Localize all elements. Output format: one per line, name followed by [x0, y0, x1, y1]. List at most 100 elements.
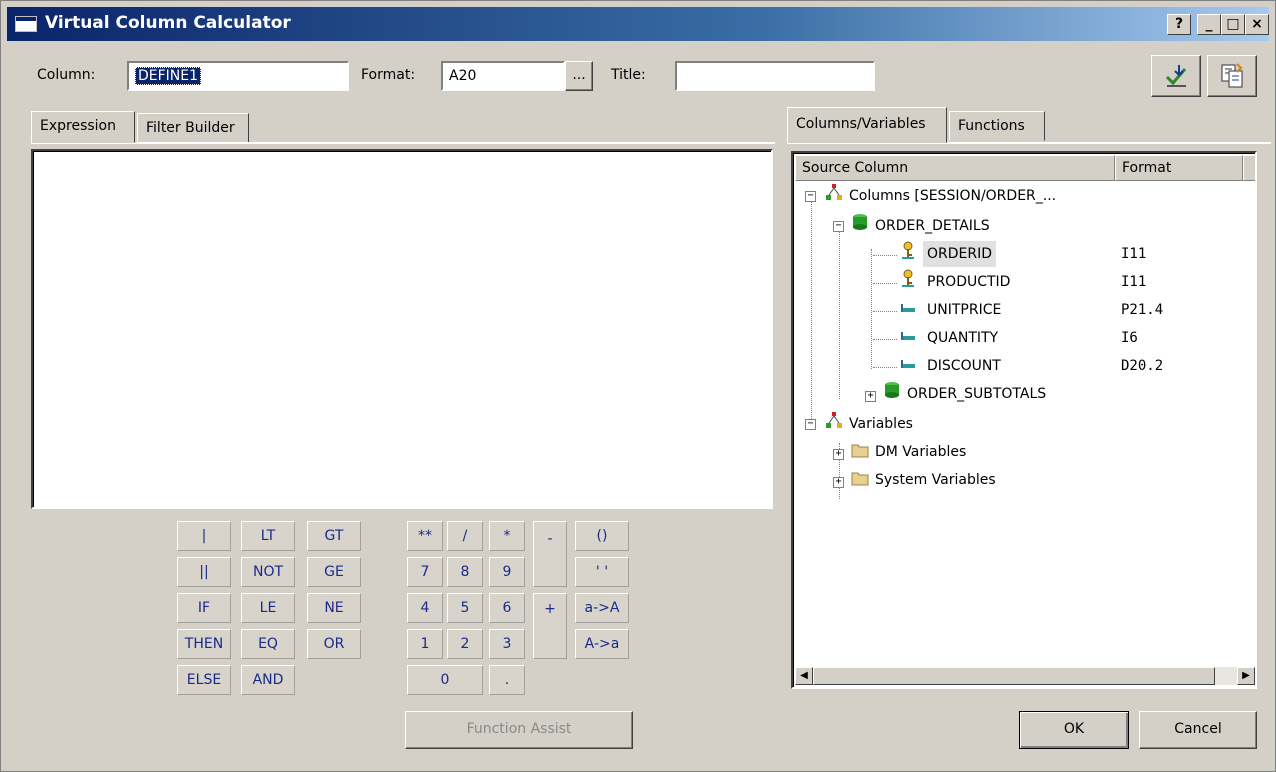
key-lt[interactable]: LT: [241, 521, 295, 551]
key-pipe[interactable]: |: [177, 521, 231, 551]
folder-icon: [851, 444, 869, 458]
help-button[interactable]: ?: [1167, 14, 1191, 35]
key-and[interactable]: AND: [241, 665, 295, 695]
tab-columns-variables[interactable]: Columns/Variables: [787, 107, 947, 143]
tree-column-discount[interactable]: DISCOUNT: [927, 353, 1001, 379]
key-5[interactable]: 5: [447, 593, 483, 623]
format-discount: D20.2: [1121, 358, 1164, 374]
title-label: Title:: [611, 67, 646, 83]
column-label: Column:: [37, 67, 96, 83]
key-6[interactable]: 6: [489, 593, 525, 623]
expand-toggle[interactable]: +: [865, 391, 876, 402]
key-icon: [902, 241, 914, 259]
key-7[interactable]: 7: [407, 557, 443, 587]
minimize-button[interactable]: _: [1197, 14, 1221, 35]
key-minus[interactable]: -: [533, 521, 567, 587]
key-8[interactable]: 8: [447, 557, 483, 587]
tree-line: [811, 199, 812, 429]
columns-tree[interactable]: Source Column Format − Columns [SESSION/…: [791, 151, 1257, 689]
title-bar[interactable]: Virtual Column Calculator ? _ □ ×: [7, 7, 1269, 41]
tree-line: [873, 339, 897, 340]
key-plus[interactable]: +: [533, 593, 567, 659]
tree-variables[interactable]: Variables: [849, 411, 913, 437]
window-title: Virtual Column Calculator: [45, 13, 291, 33]
key-icon: [902, 269, 914, 287]
key-0[interactable]: 0: [407, 665, 483, 695]
header-format[interactable]: Format: [1115, 155, 1243, 181]
key-4[interactable]: 4: [407, 593, 443, 623]
format-browse-button[interactable]: ...: [565, 61, 593, 91]
scroll-thumb[interactable]: [813, 667, 1215, 685]
tree-line: [873, 255, 897, 256]
tree-dm-variables[interactable]: DM Variables: [875, 439, 966, 465]
tree-column-orderid[interactable]: ORDERID: [923, 241, 997, 267]
key-not[interactable]: NOT: [241, 557, 295, 587]
format-field[interactable]: A20: [441, 61, 565, 91]
tree-column-productid[interactable]: PRODUCTID: [927, 269, 1010, 295]
key-power[interactable]: **: [407, 521, 443, 551]
check-arrow-icon: [1165, 65, 1187, 87]
tree-line: [839, 229, 840, 399]
key-dot[interactable]: .: [489, 665, 525, 695]
field-icon: [901, 332, 915, 340]
key-ge[interactable]: GE: [307, 557, 361, 587]
key-or[interactable]: OR: [307, 629, 361, 659]
collapse-toggle[interactable]: −: [805, 191, 816, 202]
maximize-button[interactable]: □: [1221, 14, 1245, 35]
column-name-field[interactable]: DEFINE1: [127, 61, 349, 91]
scroll-left-icon[interactable]: ◀: [795, 667, 813, 685]
key-1[interactable]: 1: [407, 629, 443, 659]
virtual-column-calculator-window: Virtual Column Calculator ? _ □ × Column…: [0, 0, 1276, 772]
key-uppercase[interactable]: a->A: [575, 593, 629, 623]
tree-table-order-subtotals[interactable]: ORDER_SUBTOTALS: [907, 381, 1046, 407]
tree-table-order-details[interactable]: ORDER_DETAILS: [875, 213, 990, 239]
key-double-pipe[interactable]: ||: [177, 557, 231, 587]
ok-button[interactable]: OK: [1019, 711, 1129, 749]
copy-expression-button[interactable]: [1207, 55, 1257, 97]
key-divide[interactable]: /: [447, 521, 483, 551]
key-eq[interactable]: EQ: [241, 629, 295, 659]
key-then[interactable]: THEN: [177, 629, 231, 659]
tab-expression[interactable]: Expression: [31, 111, 135, 143]
tree-line: [873, 311, 897, 312]
horizontal-scrollbar[interactable]: ◀ ▶: [795, 667, 1255, 685]
key-2[interactable]: 2: [447, 629, 483, 659]
key-quotes[interactable]: ' ': [575, 557, 629, 587]
format-label: Format:: [361, 67, 416, 83]
key-le[interactable]: LE: [241, 593, 295, 623]
tab-filter-builder[interactable]: Filter Builder: [137, 113, 249, 143]
tab-divider-left: [31, 142, 775, 144]
expand-toggle[interactable]: +: [833, 477, 844, 488]
tree-root-columns[interactable]: Columns [SESSION/ORDER_...: [849, 183, 1056, 209]
key-if[interactable]: IF: [177, 593, 231, 623]
field-icon: [901, 304, 915, 312]
key-ne[interactable]: NE: [307, 593, 361, 623]
key-parentheses[interactable]: (): [575, 521, 629, 551]
close-button[interactable]: ×: [1245, 14, 1269, 35]
title-field[interactable]: [675, 61, 875, 91]
cancel-button[interactable]: Cancel: [1139, 711, 1257, 749]
key-lowercase[interactable]: A->a: [575, 629, 629, 659]
function-assist-button[interactable]: Function Assist: [405, 711, 633, 749]
key-else[interactable]: ELSE: [177, 665, 231, 695]
columns-root-icon: [826, 184, 842, 200]
expression-editor[interactable]: [31, 149, 773, 509]
scroll-right-icon[interactable]: ▶: [1237, 667, 1255, 685]
header-source-column[interactable]: Source Column: [795, 155, 1115, 181]
format-unitprice: P21.4: [1121, 302, 1164, 318]
tree-column-quantity[interactable]: QUANTITY: [927, 325, 998, 351]
folder-icon: [851, 472, 869, 486]
tab-functions[interactable]: Functions: [949, 111, 1045, 141]
key-3[interactable]: 3: [489, 629, 525, 659]
insert-column-button[interactable]: [1151, 55, 1201, 97]
expand-toggle[interactable]: +: [833, 449, 844, 460]
header-extra[interactable]: [1243, 155, 1255, 181]
key-gt[interactable]: GT: [307, 521, 361, 551]
format-quantity: I6: [1121, 330, 1138, 346]
tree-column-unitprice[interactable]: UNITPRICE: [927, 297, 1001, 323]
collapse-toggle[interactable]: −: [805, 419, 816, 430]
collapse-toggle[interactable]: −: [833, 221, 844, 232]
key-9[interactable]: 9: [489, 557, 525, 587]
tree-system-variables[interactable]: System Variables: [875, 467, 996, 493]
key-multiply[interactable]: *: [489, 521, 525, 551]
